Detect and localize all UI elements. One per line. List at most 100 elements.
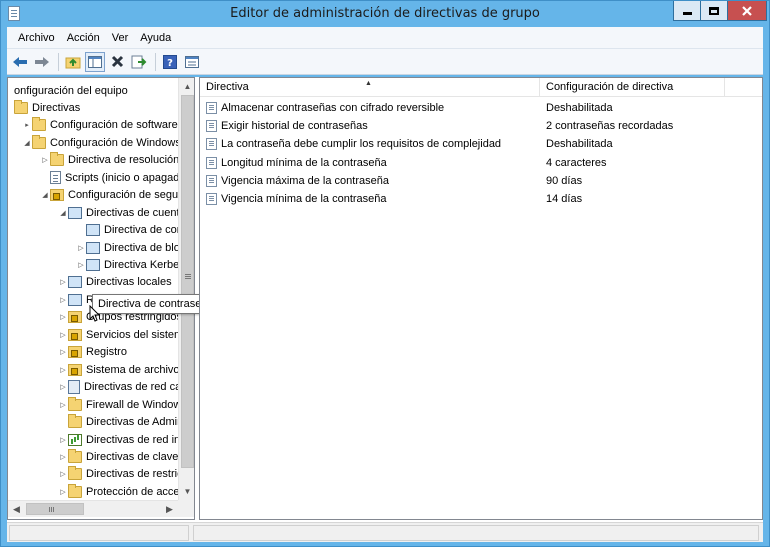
policy-name-cell: Vigencia mínima de la contraseña <box>206 193 536 205</box>
tree-item[interactable]: ▷ Directiva Kerbero <box>76 257 178 274</box>
horizontal-scroll-thumb[interactable] <box>26 503 84 515</box>
expand-toggle-icon[interactable]: ▷ <box>76 261 86 269</box>
tree-item[interactable]: onfiguración del equipo <box>8 82 128 99</box>
menu-ver[interactable]: Ver <box>106 32 135 44</box>
expand-toggle-icon[interactable]: ◢ <box>40 191 50 199</box>
policy-row[interactable]: Exigir historial de contraseñas 2 contras… <box>200 117 762 135</box>
menu-archivo[interactable]: Archivo <box>12 32 61 44</box>
delete-icon <box>111 55 123 68</box>
tree-item-label: Directivas de cuenta <box>86 206 178 219</box>
expand-toggle-icon[interactable]: ▷ <box>40 156 50 164</box>
tree-item[interactable]: Directivas de Admin <box>58 414 178 431</box>
tree-item[interactable]: ▷ Protección de acces <box>58 483 178 500</box>
tree-horizontal-scrollbar[interactable]: ◀ ▶ <box>8 500 178 517</box>
status-segment <box>9 525 189 541</box>
policy-row[interactable]: Vigencia máxima de la contraseña 90 días <box>200 172 762 190</box>
column-header-policy[interactable]: Directiva ▲ <box>200 78 540 97</box>
policy-row[interactable]: Vigencia mínima de la contraseña 14 días <box>200 190 762 208</box>
minimize-button[interactable] <box>673 1 701 21</box>
expand-toggle-icon[interactable]: ▷ <box>58 366 68 374</box>
chevron-up-icon: ▲ <box>183 82 192 91</box>
tree-item[interactable]: ▷ Servicios del sistema <box>58 326 178 343</box>
properties-icon <box>185 55 199 68</box>
tree-item-label: Directiva de bloq <box>104 241 178 254</box>
maximize-button[interactable] <box>700 1 728 21</box>
scroll-right-button[interactable]: ▶ <box>161 501 178 518</box>
export-list-icon <box>131 55 147 68</box>
scroll-up-button[interactable]: ▲ <box>179 78 194 95</box>
expand-toggle-icon[interactable]: ▷ <box>58 313 68 321</box>
scroll-down-button[interactable]: ▼ <box>179 483 194 500</box>
tree-item[interactable]: ▷ Directivas de red ina <box>58 431 178 448</box>
show-hide-tree-button[interactable] <box>85 51 105 72</box>
folder-icon <box>68 466 82 481</box>
tree-item[interactable]: ▷ Directivas locales <box>58 274 172 291</box>
properties-button[interactable] <box>182 52 202 72</box>
expand-toggle-icon[interactable]: ▷ <box>58 470 68 478</box>
expand-toggle-icon[interactable]: ▷ <box>58 488 68 496</box>
content-area: onfiguración del equipo Directivas ▸ Config… <box>7 77 763 522</box>
tree-item[interactable]: ▸ Configuración de software <box>22 117 178 134</box>
tree-item-label: Directivas <box>32 101 81 114</box>
book-icon <box>86 224 100 237</box>
expand-toggle-icon[interactable]: ▷ <box>58 348 68 356</box>
expand-toggle-icon[interactable]: ▷ <box>76 244 86 252</box>
policy-row[interactable]: Almacenar contraseñas con cifrado revers… <box>200 99 762 117</box>
expand-toggle-icon[interactable]: ◢ <box>22 139 32 147</box>
policy-setting-value: 2 contraseñas recordadas <box>546 120 674 133</box>
policy-name-cell: La contraseña debe cumplir los requisito… <box>206 138 536 151</box>
scroll-left-button[interactable]: ◀ <box>8 501 25 518</box>
policy-name: Almacenar contraseñas con cifrado revers… <box>221 102 445 114</box>
help-button[interactable]: ? <box>160 52 180 72</box>
app-window: Editor de administración de directivas d… <box>0 0 770 547</box>
tree-vertical-scrollbar[interactable]: ▲ ▼ <box>178 78 194 500</box>
tree-item[interactable]: ▷ Directivas de red cab <box>58 379 178 396</box>
tree-item[interactable]: ▷ Directivas de clave p <box>58 448 178 465</box>
tree-item[interactable]: ▷ Firewall de Windows <box>58 396 178 413</box>
policy-setting-icon <box>206 120 217 133</box>
up-one-level-button[interactable] <box>63 52 83 72</box>
book-icon <box>68 293 82 306</box>
tree-item[interactable]: ▷ Directiva de bloq <box>76 239 178 256</box>
expand-toggle-icon[interactable]: ▷ <box>58 401 68 409</box>
delete-button[interactable] <box>107 52 127 72</box>
tree-item-label: Directivas locales <box>86 276 172 289</box>
expand-toggle-icon[interactable]: ▷ <box>58 383 68 391</box>
tree-item[interactable]: ▷ Directiva de resolución <box>40 152 178 169</box>
expand-toggle-icon[interactable]: ▷ <box>58 331 68 339</box>
tree-item[interactable]: ◢ Configuración de Windows <box>22 134 178 151</box>
chevron-left-icon: ◀ <box>13 504 20 514</box>
folder-icon <box>14 99 28 114</box>
tree-item[interactable]: Directiva de contraseñas <box>76 222 178 239</box>
tree-item[interactable]: ◢ Directivas de cuenta <box>58 204 178 221</box>
expand-toggle-icon[interactable]: ▸ <box>22 121 32 129</box>
policy-row[interactable]: Longitud mínima de la contraseña 4 caract… <box>200 154 762 172</box>
tree-item[interactable]: ▷ Directivas de restricc <box>58 466 178 483</box>
vertical-scroll-thumb[interactable] <box>181 95 194 468</box>
grip-icon <box>49 507 50 512</box>
tree-item[interactable]: ▷ Registro <box>58 344 127 361</box>
expand-toggle-icon[interactable]: ▷ <box>58 278 68 286</box>
document-icon <box>50 171 61 185</box>
title-bar[interactable]: Editor de administración de directivas d… <box>1 1 769 27</box>
close-button[interactable] <box>727 1 767 21</box>
tree-item[interactable]: Directivas <box>8 99 80 116</box>
tree-item[interactable]: ◢ Configuración de segur <box>40 187 178 204</box>
mouse-cursor-icon <box>89 305 101 322</box>
policy-row[interactable]: La contraseña debe cumplir los requisito… <box>200 135 762 153</box>
expand-toggle-icon[interactable]: ▷ <box>58 453 68 461</box>
tree-item-label: onfiguración del equipo <box>14 84 128 97</box>
chevron-down-icon: ▼ <box>183 487 192 496</box>
forward-button[interactable] <box>32 52 52 72</box>
expand-toggle-icon[interactable]: ▷ <box>58 436 68 444</box>
tree-item[interactable]: ▷ Sistema de archivos <box>58 361 178 378</box>
expand-toggle-icon[interactable]: ◢ <box>58 209 68 217</box>
back-button[interactable] <box>10 52 30 72</box>
tree-item[interactable]: Scripts (inicio o apagad <box>40 169 178 186</box>
maximize-icon <box>709 6 719 15</box>
menu-ayuda[interactable]: Ayuda <box>134 32 177 44</box>
column-header-setting[interactable]: Configuración de directiva <box>540 78 725 97</box>
export-list-button[interactable] <box>129 52 149 72</box>
expand-toggle-icon[interactable]: ▷ <box>58 296 68 304</box>
menu-accion[interactable]: Acción <box>61 32 106 44</box>
